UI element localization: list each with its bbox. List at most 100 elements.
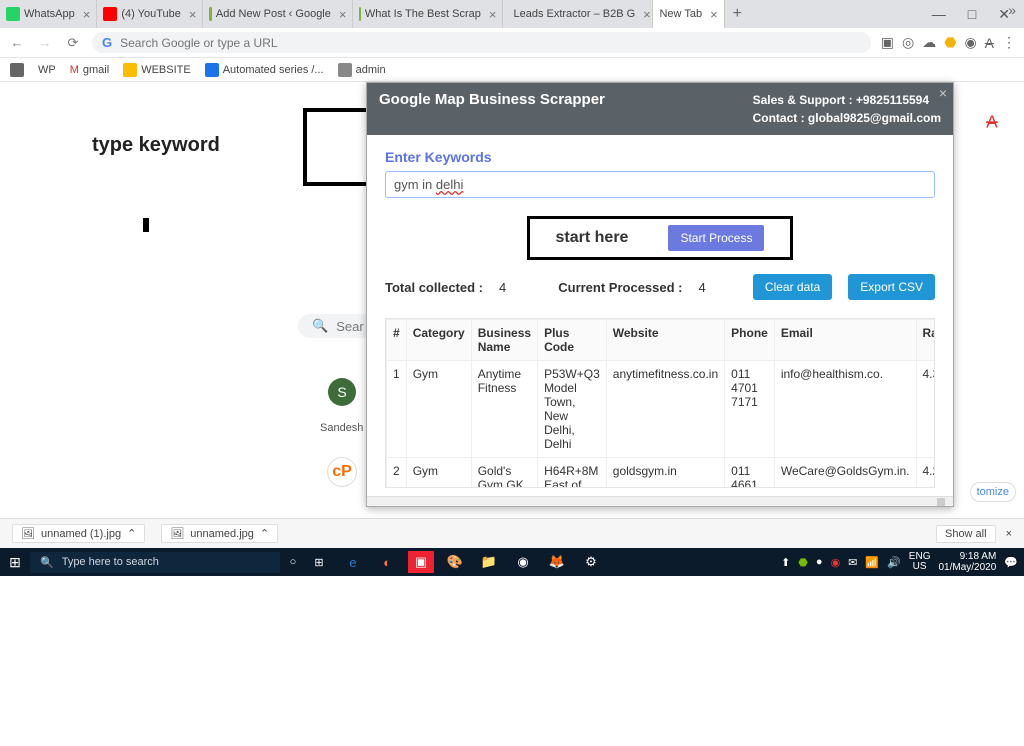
clear-data-button[interactable]: Clear data bbox=[753, 274, 832, 300]
close-downloads-bar-icon[interactable]: × bbox=[1006, 528, 1012, 540]
explorer-icon[interactable]: 📁 bbox=[476, 551, 502, 573]
col-phone: Phone bbox=[725, 320, 775, 361]
forward-icon[interactable]: → bbox=[36, 35, 54, 50]
taskbar-search[interactable]: 🔍Type here to search bbox=[30, 552, 280, 573]
bookmark-wp[interactable]: WP bbox=[38, 64, 56, 76]
ext-icon[interactable]: ☁ bbox=[922, 34, 936, 51]
taskbar-apps: e ◐ ▣ 🎨 📁 ◉ 🦊 ⚙ bbox=[340, 551, 604, 573]
new-tab-button[interactable]: + bbox=[725, 5, 750, 23]
tab-newtab[interactable]: New Tab× bbox=[653, 0, 724, 28]
bookmark-gmail[interactable]: Mgmail bbox=[70, 64, 109, 76]
show-all-downloads[interactable]: Show all bbox=[936, 525, 996, 543]
shortcut-label: Sandesh bbox=[320, 422, 363, 434]
results-table-wrap[interactable]: # Category Business Name Plus Code Websi… bbox=[385, 318, 935, 488]
bookmark-admin[interactable]: admin bbox=[338, 63, 386, 77]
popup-contact: Sales & Support : +9825115594 Contact : … bbox=[753, 91, 941, 127]
total-collected-value: 4 bbox=[499, 280, 506, 295]
bookmark-automated[interactable]: Automated series /... bbox=[205, 63, 324, 77]
current-processed-value: 4 bbox=[699, 280, 706, 295]
back-icon[interactable]: ← bbox=[8, 35, 26, 50]
volume-icon[interactable]: 🔊 bbox=[887, 556, 901, 569]
taskbar-clock[interactable]: 9:18 AM01/May/2020 bbox=[938, 551, 996, 573]
side-extension-icon[interactable]: A bbox=[980, 104, 1014, 138]
shortcut-cpanel[interactable]: cP bbox=[328, 458, 356, 486]
scraper-popup: Google Map Business Scrapper Sales & Sup… bbox=[366, 82, 954, 507]
export-csv-button[interactable]: Export CSV bbox=[848, 274, 935, 300]
app-icon[interactable]: ▣ bbox=[408, 551, 434, 573]
col-num: # bbox=[387, 320, 407, 361]
tray-icon[interactable]: ✉ bbox=[848, 556, 857, 569]
tab-addnewpost[interactable]: Add New Post ‹ Google× bbox=[203, 0, 353, 28]
ext-icon[interactable]: ⬣ bbox=[944, 34, 956, 51]
bookmark-website[interactable]: WEBSITE bbox=[123, 63, 191, 77]
results-table: # Category Business Name Plus Code Websi… bbox=[386, 319, 935, 488]
table-row[interactable]: 2GymGold's Gym GKH64R+8M East of Kailash… bbox=[387, 458, 936, 489]
menu-icon[interactable]: ⋮ bbox=[1002, 34, 1016, 51]
taskview-icon[interactable]: ⊞ bbox=[306, 556, 332, 569]
ext-icon[interactable]: A bbox=[985, 35, 994, 51]
col-name: Business Name bbox=[471, 320, 537, 361]
annotation-type-keyword: type keyword bbox=[92, 134, 220, 157]
tab-leadsextractor[interactable]: Leads Extractor – B2B G× bbox=[503, 0, 653, 28]
app-icon[interactable]: ⚙ bbox=[578, 551, 604, 573]
table-row[interactable]: 1GymAnytime FitnessP53W+Q3 Model Town, N… bbox=[387, 361, 936, 458]
close-icon[interactable]: × bbox=[189, 7, 197, 22]
chevron-up-icon[interactable]: ⌃ bbox=[260, 527, 269, 540]
tray-icon[interactable]: ⬣ bbox=[798, 556, 808, 569]
col-rating: Rating bbox=[916, 320, 935, 361]
chevron-up-icon[interactable]: ⌃ bbox=[127, 527, 136, 540]
bookmark-overflow-icon[interactable]: » bbox=[1008, 2, 1016, 18]
close-icon[interactable]: × bbox=[710, 7, 718, 22]
ext-icon[interactable]: ▣ bbox=[881, 34, 894, 51]
keyword-input[interactable]: gym in delhi bbox=[385, 171, 935, 198]
image-file-icon: 🖼 bbox=[21, 527, 35, 540]
minimize-icon[interactable]: — bbox=[932, 6, 946, 23]
customize-chip-partial[interactable]: tomize bbox=[970, 482, 1016, 502]
tray-icon[interactable]: ◉ bbox=[831, 556, 841, 569]
firefox-icon[interactable]: ◐ bbox=[374, 551, 400, 573]
edge-icon[interactable]: e bbox=[340, 551, 366, 573]
tray-icon[interactable]: ● bbox=[816, 556, 823, 568]
shortcut-avatar-s[interactable]: S bbox=[328, 378, 356, 406]
tray-icon[interactable]: ⬆ bbox=[781, 556, 790, 569]
popup-close-icon[interactable]: × bbox=[939, 85, 947, 101]
popup-title: Google Map Business Scrapper bbox=[379, 91, 605, 108]
tab-youtube[interactable]: (4) YouTube× bbox=[97, 0, 203, 28]
cortana-icon[interactable]: ○ bbox=[280, 556, 306, 568]
app-icon[interactable]: 🎨 bbox=[442, 551, 468, 573]
start-process-button[interactable]: Start Process bbox=[668, 225, 764, 251]
reload-icon[interactable]: ⟳ bbox=[64, 35, 82, 51]
maximize-icon[interactable]: □ bbox=[968, 6, 976, 23]
language-indicator[interactable]: ENGUS bbox=[909, 552, 931, 573]
wifi-icon[interactable]: 📶 bbox=[865, 556, 879, 569]
tab-whatsapp[interactable]: WhatsApp× bbox=[0, 0, 97, 28]
download-item[interactable]: 🖼unnamed (1).jpg⌃ bbox=[12, 524, 145, 543]
address-input[interactable] bbox=[120, 36, 861, 50]
tab-bestscraper[interactable]: What Is The Best Scrap× bbox=[353, 0, 503, 28]
search-icon: 🔍 bbox=[312, 318, 328, 334]
ext-icon[interactable]: ◉ bbox=[964, 34, 976, 51]
download-item[interactable]: 🖼unnamed.jpg⌃ bbox=[161, 524, 278, 543]
page-content: type keyword 🔍 Sear S Sandesh cP A tomiz… bbox=[0, 82, 1024, 512]
close-icon[interactable]: × bbox=[339, 7, 347, 22]
popup-horizontal-scrollbar[interactable] bbox=[367, 496, 953, 506]
windows-taskbar: ⊞ 🔍Type here to search ○ ⊞ e ◐ ▣ 🎨 📁 ◉ 🦊… bbox=[0, 548, 1024, 576]
close-icon[interactable]: × bbox=[83, 7, 91, 22]
total-collected-label: Total collected : bbox=[385, 280, 483, 295]
close-icon[interactable]: × bbox=[489, 7, 497, 22]
ext-icon[interactable]: ◎ bbox=[902, 34, 914, 51]
col-email: Email bbox=[774, 320, 916, 361]
address-input-wrap[interactable]: G bbox=[92, 32, 871, 53]
search-icon: 🔍 bbox=[40, 556, 54, 569]
col-website: Website bbox=[606, 320, 724, 361]
col-plus: Plus Code bbox=[538, 320, 607, 361]
close-icon[interactable]: × bbox=[643, 7, 651, 22]
toolbar-extension-icons: ▣ ◎ ☁ ⬣ ◉ A ⋮ bbox=[881, 34, 1016, 51]
start-button[interactable]: ⊞ bbox=[0, 554, 30, 571]
col-category: Category bbox=[406, 320, 471, 361]
chrome-icon[interactable]: ◉ bbox=[510, 551, 536, 573]
firefox2-icon[interactable]: 🦊 bbox=[544, 551, 570, 573]
current-processed-label: Current Processed : bbox=[558, 280, 682, 295]
apps-icon[interactable] bbox=[10, 63, 24, 77]
notifications-icon[interactable]: 💬 bbox=[1004, 556, 1018, 569]
